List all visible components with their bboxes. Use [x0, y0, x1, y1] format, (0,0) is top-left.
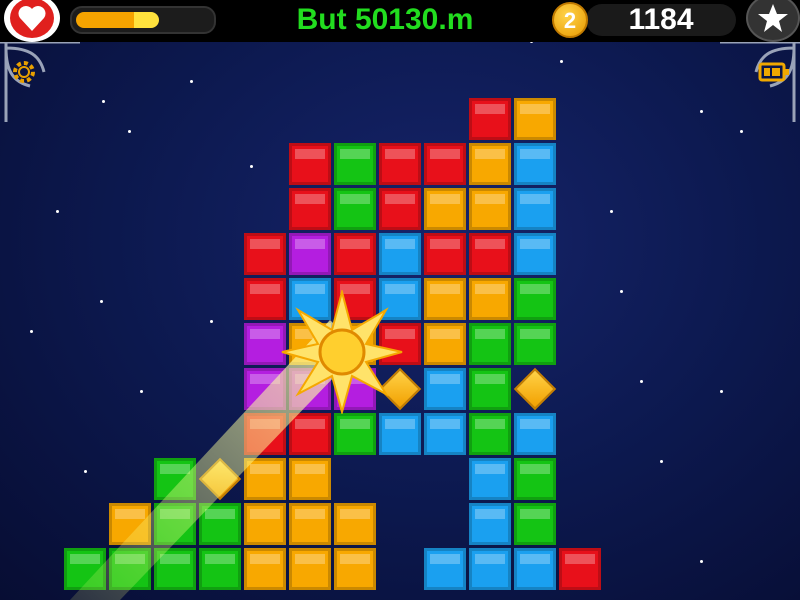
block-orange[interactable] — [289, 458, 331, 500]
starburst-icon — [281, 290, 403, 414]
block-blue[interactable] — [424, 548, 466, 590]
block-orange[interactable] — [109, 503, 151, 545]
block-blue[interactable] — [469, 548, 511, 590]
block-blue[interactable] — [514, 413, 556, 455]
block-blue[interactable] — [514, 548, 556, 590]
background-star — [128, 130, 131, 133]
background-star — [740, 130, 743, 133]
block-orange[interactable] — [469, 278, 511, 320]
block-red[interactable] — [559, 548, 601, 590]
block-orange[interactable] — [424, 323, 466, 365]
block-orange[interactable] — [424, 278, 466, 320]
background-star — [640, 380, 643, 383]
block-red[interactable] — [424, 233, 466, 275]
block-green[interactable] — [64, 548, 106, 590]
gem-pickup[interactable] — [198, 457, 242, 501]
background-star — [250, 165, 253, 168]
block-green[interactable] — [514, 458, 556, 500]
block-orange[interactable] — [244, 458, 286, 500]
energy-bar — [70, 6, 216, 34]
block-blue[interactable] — [514, 143, 556, 185]
block-green[interactable] — [334, 413, 376, 455]
block-red[interactable] — [469, 233, 511, 275]
background-star — [560, 60, 563, 63]
background-star — [210, 320, 213, 323]
block-blue[interactable] — [424, 368, 466, 410]
block-green[interactable] — [334, 143, 376, 185]
block-red[interactable] — [379, 188, 421, 230]
block-green[interactable] — [154, 548, 196, 590]
block-green[interactable] — [334, 188, 376, 230]
block-green[interactable] — [199, 548, 241, 590]
block-green[interactable] — [514, 278, 556, 320]
background-star — [620, 290, 623, 293]
battery-icon — [758, 62, 789, 82]
block-orange[interactable] — [244, 548, 286, 590]
block-green[interactable] — [154, 503, 196, 545]
block-red[interactable] — [469, 98, 511, 140]
background-star — [720, 390, 723, 393]
background-star — [700, 560, 703, 563]
block-orange[interactable] — [469, 188, 511, 230]
battery-button[interactable] — [756, 54, 792, 90]
energy-bar-fill — [76, 12, 160, 28]
background-star — [610, 210, 613, 213]
favorite-button[interactable] — [746, 0, 800, 42]
block-green[interactable] — [514, 503, 556, 545]
block-red[interactable] — [244, 413, 286, 455]
block-purple[interactable] — [289, 233, 331, 275]
background-star — [140, 390, 143, 393]
game-screen: But 50130.m 1184 2 — [0, 0, 800, 600]
block-red[interactable] — [289, 413, 331, 455]
block-orange[interactable] — [334, 548, 376, 590]
block-orange[interactable] — [514, 98, 556, 140]
block-green[interactable] — [199, 503, 241, 545]
lives-button[interactable] — [4, 0, 60, 42]
block-green[interactable] — [469, 323, 511, 365]
background-star — [100, 300, 103, 303]
background-star — [30, 330, 33, 333]
background-star — [84, 470, 87, 473]
background-star — [700, 110, 703, 113]
block-orange[interactable] — [424, 188, 466, 230]
block-green[interactable] — [469, 413, 511, 455]
block-orange[interactable] — [289, 548, 331, 590]
goal-distance-label: But 50130.m — [296, 3, 474, 36]
block-orange[interactable] — [334, 503, 376, 545]
block-blue[interactable] — [469, 458, 511, 500]
block-red[interactable] — [289, 188, 331, 230]
coin-counter: 2 — [552, 2, 588, 38]
block-red[interactable] — [289, 143, 331, 185]
block-red[interactable] — [244, 233, 286, 275]
block-blue[interactable] — [514, 233, 556, 275]
settings-button[interactable] — [6, 54, 42, 90]
block-green[interactable] — [154, 458, 196, 500]
block-blue[interactable] — [514, 188, 556, 230]
block-orange[interactable] — [469, 143, 511, 185]
background-star — [190, 80, 193, 83]
score-display: 1184 — [586, 4, 736, 36]
gear-icon — [13, 61, 35, 83]
background-star — [102, 100, 105, 103]
block-red[interactable] — [334, 233, 376, 275]
background-star — [660, 460, 663, 463]
block-orange[interactable] — [289, 503, 331, 545]
block-red[interactable] — [379, 143, 421, 185]
block-blue[interactable] — [379, 233, 421, 275]
block-red[interactable] — [424, 143, 466, 185]
block-green[interactable] — [469, 368, 511, 410]
gem-pickup[interactable] — [513, 367, 557, 411]
block-orange[interactable] — [244, 503, 286, 545]
block-blue[interactable] — [379, 413, 421, 455]
block-blue[interactable] — [424, 413, 466, 455]
background-star — [56, 210, 59, 213]
star-icon — [758, 4, 788, 32]
block-green[interactable] — [109, 548, 151, 590]
heart-icon — [10, 0, 54, 38]
top-hud-bar: But 50130.m 1184 2 — [0, 0, 800, 42]
block-green[interactable] — [514, 323, 556, 365]
block-blue[interactable] — [469, 503, 511, 545]
